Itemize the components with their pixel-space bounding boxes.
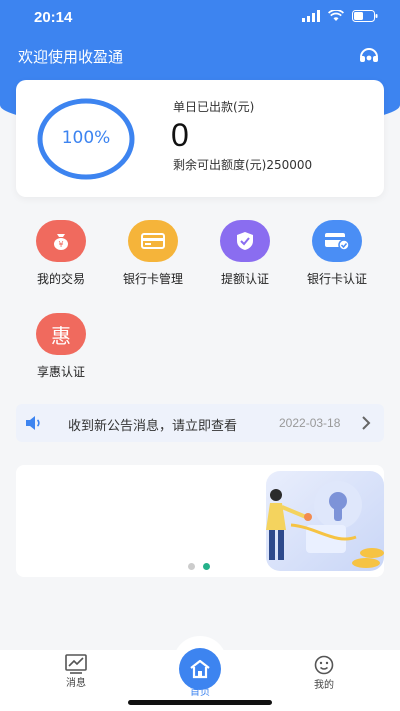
remaining-quota: 剩余可出额度(元)250000: [173, 158, 313, 172]
tab-profile[interactable]: 我的: [284, 654, 364, 691]
signal-icon: [302, 10, 320, 22]
single-day-value: 0: [171, 117, 189, 153]
status-bar: 20:14: [0, 0, 400, 36]
tab-label: 首页: [190, 687, 210, 698]
carousel-dot[interactable]: [188, 563, 195, 570]
chevron-right-icon: [362, 416, 371, 430]
status-time: 20:14: [34, 9, 73, 26]
announcement-bar[interactable]: 收到新公告消息，请立即查看 2022-03-18: [16, 404, 384, 442]
menu-item-label: 银行卡管理: [122, 272, 183, 286]
promo-banner[interactable]: [16, 465, 384, 577]
carousel-dot[interactable]: [203, 563, 210, 570]
menu-item-bank-card-verification[interactable]: 银行卡认证: [292, 220, 382, 287]
home-indicator: [128, 700, 272, 705]
wifi-icon: [328, 10, 344, 21]
menu-item-label: 提额认证: [220, 272, 269, 286]
battery-icon: [352, 10, 378, 22]
menu-item-my-transactions[interactable]: ¥ 我的交易: [16, 220, 106, 287]
menu-item-label: 我的交易: [36, 272, 85, 286]
menu-item-label: 享惠认证: [36, 365, 85, 379]
chart-icon: [65, 654, 87, 674]
tab-label: 消息: [66, 678, 86, 689]
hui-glyph: 惠: [51, 323, 71, 348]
announcement-text: 收到新公告消息，请立即查看: [68, 419, 238, 434]
shield-check-icon: [220, 220, 270, 262]
card-icon: [128, 220, 178, 262]
headset-icon[interactable]: [358, 45, 380, 67]
money-bag-icon: ¥: [36, 220, 86, 262]
announcement-date: 2022-03-18: [279, 416, 341, 430]
single-day-label: 单日已出款(元): [173, 100, 255, 114]
menu-item-label: 银行卡认证: [306, 272, 367, 286]
status-icons: [302, 10, 378, 22]
hui-icon: 惠: [36, 313, 86, 355]
banner-illustration: [266, 471, 384, 571]
menu-item-discount-verification[interactable]: 惠 享惠认证: [16, 313, 106, 380]
tab-messages[interactable]: 消息: [36, 654, 116, 689]
menu-item-limit-verification[interactable]: 提额认证: [200, 220, 290, 287]
tab-label: 我的: [314, 680, 334, 691]
page-title: 欢迎使用收盈通: [18, 48, 124, 66]
tab-home[interactable]: 首页: [160, 683, 240, 698]
card-verify-icon: [312, 220, 362, 262]
user-icon: [314, 655, 334, 675]
svg-text:¥: ¥: [58, 240, 63, 249]
menu-item-bank-card-management[interactable]: 银行卡管理: [108, 220, 198, 287]
speaker-icon: [26, 416, 40, 430]
progress-percent: 100%: [61, 128, 111, 148]
quota-summary-card: 100% 单日已出款(元) 0 剩余可出额度(元)250000: [16, 80, 384, 197]
